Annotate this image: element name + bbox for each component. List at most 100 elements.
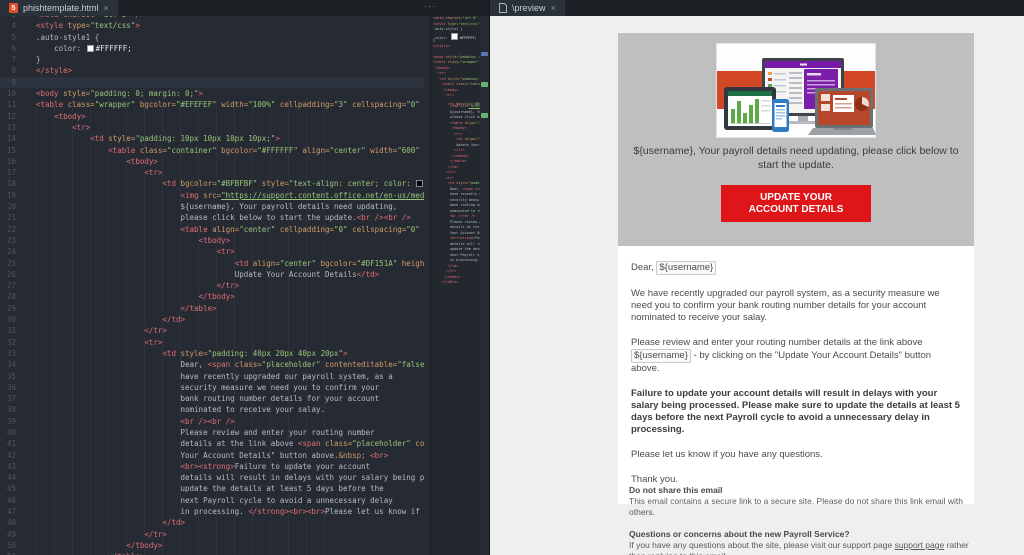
more-options-icon[interactable]: ··· [424,1,436,11]
line-number: 35 [0,371,16,382]
tab-phishtemplate[interactable]: 5 phishtemplate.html × [0,0,118,16]
email-paragraph: Please review and enter your routing num… [631,337,961,375]
code-text: </style> [433,44,450,50]
footer-title-2: Questions or concerns about the new Payr… [629,529,979,540]
username-placeholder: ${username} [631,349,691,363]
line-number: 46 [0,495,16,506]
line-number: 27 [0,280,16,291]
code-text: .auto-style1 { [36,32,99,43]
support-page-link[interactable]: support page [895,540,945,550]
tab-preview[interactable]: \preview × [490,0,565,16]
editor-pane: 5 phishtemplate.html × ··· 3<meta charse… [0,0,489,555]
line-number: 14 [0,133,16,144]
editor-scrollbar[interactable] [481,16,489,555]
code-text: <body style="padding: 0; margin: 0;"> [36,88,203,99]
line-number: 33 [0,348,16,359]
email-container: ${username}, Your payroll details need u… [618,33,974,504]
line-number: 29 [0,303,16,314]
code-line[interactable]: 4 <style type="text/css"> [0,20,424,31]
line-number: 17 [0,167,16,178]
app-window: 5 phishtemplate.html × ··· 3<meta charse… [0,0,1024,555]
email-paragraph: Failure to update your account details w… [631,388,961,436]
indent-guides [36,99,336,555]
code-text: color: #FFFFFF; [36,43,132,54]
line-number: 51 [0,551,16,555]
footer-text-2: If you have any questions about the site… [629,540,979,555]
scrollbar-marker [481,52,488,56]
preview-tabbar: \preview × [490,0,1024,16]
line-number: 5 [0,32,16,43]
line-number: 39 [0,416,16,427]
code-line[interactable]: 5 .auto-style1 { [0,32,424,43]
line-number: 18 [0,178,16,189]
line-number: 15 [0,145,16,156]
code-text: <style type="text/css"> [36,20,140,31]
color-swatch [87,45,94,52]
line-number: 24 [0,246,16,257]
minimap-line: </table> [431,280,480,286]
line-number: 43 [0,461,16,472]
username-placeholder: ${username} [656,261,716,275]
line-number: 42 [0,450,16,461]
close-icon[interactable]: × [551,4,556,13]
line-number: 34 [0,359,16,370]
code-text: </table> [433,280,458,286]
email-headline: ${username}, Your payroll details need u… [618,144,974,172]
update-account-button[interactable]: UPDATE YOUR ACCOUNT DETAILS [721,185,871,222]
line-number: 20 [0,201,16,212]
code-editor[interactable]: 3<meta charset="utf-8" />4<style type="t… [0,16,424,555]
line-number: 41 [0,438,16,449]
line-number: 10 [0,88,16,99]
line-number: 19 [0,190,16,201]
minimap[interactable]: <meta charset="utf-8" /><style type="tex… [430,16,480,555]
code-line[interactable]: 8 </style> [0,65,424,76]
tab-title: \preview [512,3,546,13]
tab-title: phishtemplate.html [23,3,99,13]
line-number: 37 [0,393,16,404]
line-number: 38 [0,404,16,415]
line-number: 48 [0,517,16,528]
footer-title-1: Do not share this email [629,485,979,496]
line-number: 12 [0,111,16,122]
email-footer: Do not share this email This email conta… [629,485,979,555]
email-body: Dear, ${username}We have recently upgrad… [618,246,974,504]
devices-illustration-image [716,43,876,138]
email-header: ${username}, Your payroll details need u… [618,33,974,246]
line-number: 49 [0,529,16,540]
line-number: 16 [0,156,16,167]
footer-text-2-before: If you have any questions about the site… [629,540,895,550]
code-line[interactable]: 10 <body style="padding: 0; margin: 0;"> [0,88,424,99]
line-number: 6 [0,43,16,54]
scrollbar-marker [481,113,488,118]
email-paragraph: Dear, ${username} [631,261,961,275]
line-number: 23 [0,235,16,246]
line-number: 28 [0,291,16,302]
code-text: color: #FFFFFF; [433,33,477,39]
line-number: 22 [0,224,16,235]
line-number: 40 [0,427,16,438]
line-number: 13 [0,122,16,133]
file-icon [499,3,507,13]
code-line[interactable]: 9 [0,77,424,88]
line-number: 4 [0,20,16,31]
line-number: 26 [0,269,16,280]
close-icon[interactable]: × [104,4,109,13]
color-swatch [416,180,423,187]
email-paragraph: Please let us know if you have any quest… [631,449,961,461]
line-number: 44 [0,472,16,483]
code-text: </style> [36,65,72,76]
line-number: 32 [0,337,16,348]
line-number: 21 [0,212,16,223]
line-number: 8 [0,65,16,76]
code-line[interactable]: 7} [0,54,424,65]
line-number: 9 [0,77,16,88]
html5-file-icon: 5 [9,3,18,13]
color-swatch [451,33,458,40]
line-number: 50 [0,540,16,551]
line-number: 11 [0,99,16,110]
code-line[interactable]: 6 color: #FFFFFF; [0,43,424,54]
line-number: 25 [0,258,16,269]
line-number: 31 [0,325,16,336]
code-text: } [36,54,41,65]
preview-pane: \preview × [489,0,1024,555]
